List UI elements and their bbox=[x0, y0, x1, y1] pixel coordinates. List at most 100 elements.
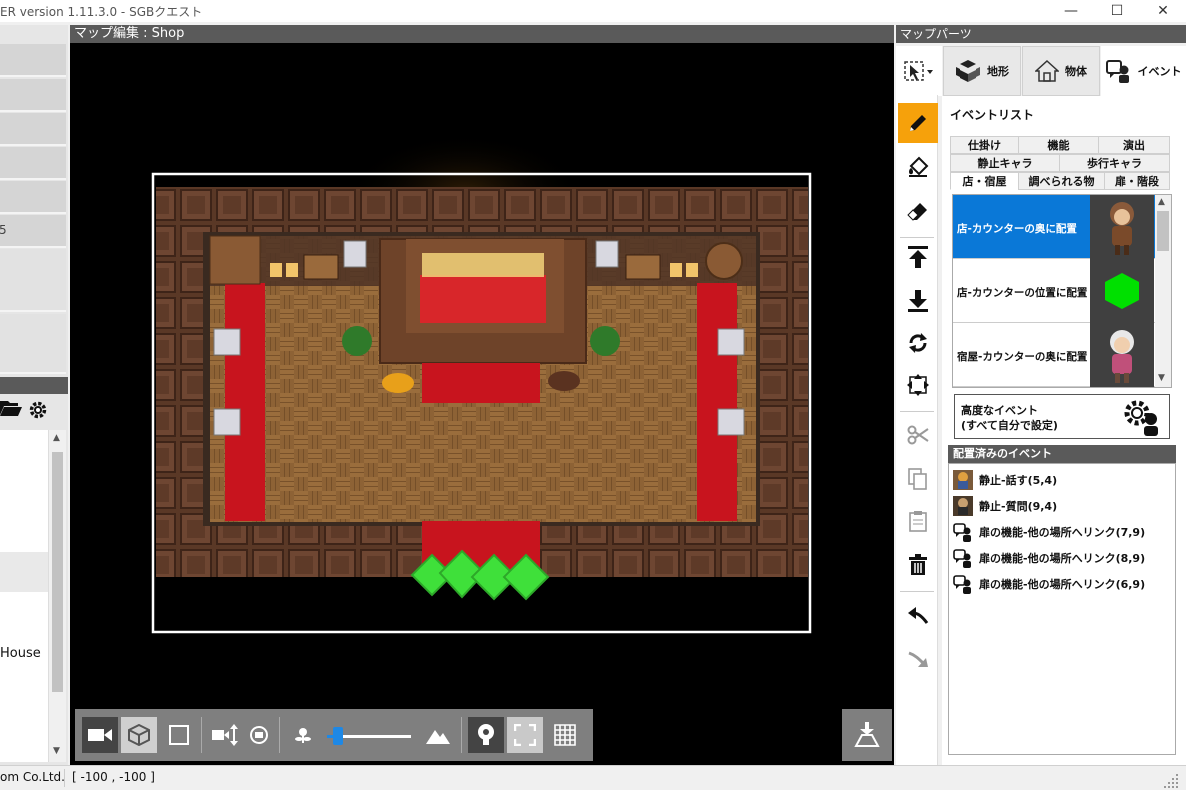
innkeeper-thumbnail bbox=[1090, 323, 1154, 387]
tool-divider bbox=[900, 411, 934, 412]
paste-tool[interactable] bbox=[898, 501, 938, 541]
rotate-tool[interactable] bbox=[898, 323, 938, 363]
tool-divider bbox=[900, 591, 934, 592]
scroll-down-icon[interactable]: ▼ bbox=[1158, 373, 1165, 383]
pencil-tool[interactable] bbox=[898, 103, 938, 143]
placed-event-row[interactable]: 扉の機能-他の場所へリンク(6,9) bbox=[953, 572, 1145, 596]
tab-terrain[interactable]: 地形 bbox=[943, 46, 1021, 96]
placed-events-list[interactable]: 静止-話す(5,4) 静止-質問(9,4) 扉の機能-他の場所へリンク(7,9)… bbox=[948, 463, 1176, 755]
advanced-event-button[interactable]: 高度なイベント (すべて自分で設定) bbox=[954, 394, 1170, 439]
scrollbar-thumb[interactable] bbox=[52, 452, 63, 692]
reset-camera-button[interactable] bbox=[842, 709, 892, 761]
2d-view-button[interactable] bbox=[161, 717, 197, 753]
category-tab-door-stairs[interactable]: 扉・階段 bbox=[1104, 172, 1170, 190]
scrollbar-thumb[interactable] bbox=[1157, 211, 1169, 251]
left-nav-button-5[interactable] bbox=[0, 181, 66, 214]
arrow-up-box-icon bbox=[908, 246, 928, 268]
category-tab-shop-inn[interactable]: 店・宿屋 bbox=[950, 172, 1019, 190]
left-nav-button-3[interactable] bbox=[0, 113, 66, 146]
advanced-event-label: 高度なイベント bbox=[961, 404, 1038, 417]
copy-tool[interactable] bbox=[898, 459, 938, 499]
event-list-scrollbar[interactable]: ▲ ▼ bbox=[1155, 195, 1171, 387]
category-tab-walking-char[interactable]: 歩行キャラ bbox=[1059, 154, 1170, 172]
resize-grip-icon[interactable] bbox=[1164, 772, 1180, 788]
placed-event-label: 静止-話す(5,4) bbox=[979, 474, 1058, 487]
selection-tool-dropdown[interactable] bbox=[896, 46, 942, 96]
zoom-slider-thumb[interactable] bbox=[332, 727, 343, 745]
3d-view-button[interactable] bbox=[121, 717, 157, 753]
status-divider bbox=[64, 769, 65, 787]
close-button[interactable]: ✕ bbox=[1140, 0, 1186, 22]
scroll-up-icon[interactable]: ▲ bbox=[53, 433, 60, 443]
list-item-selected[interactable] bbox=[0, 552, 48, 592]
left-nav-button-8[interactable] bbox=[0, 314, 66, 374]
undo-button[interactable] bbox=[898, 595, 938, 635]
hexagon-thumbnail bbox=[1090, 259, 1154, 323]
placed-event-row[interactable]: 扉の機能-他の場所へリンク(8,9) bbox=[953, 546, 1145, 570]
category-tab-effect[interactable]: 演出 bbox=[1098, 136, 1170, 154]
category-tab-static-char[interactable]: 静止キャラ bbox=[950, 154, 1060, 172]
category-tab-function[interactable]: 機能 bbox=[1018, 136, 1099, 154]
map-scene[interactable] bbox=[70, 43, 894, 765]
scroll-up-icon[interactable]: ▲ bbox=[1158, 197, 1165, 207]
placed-event-label: 扉の機能-他の場所へリンク(6,9) bbox=[979, 578, 1146, 591]
left-nav-button-1[interactable] bbox=[0, 44, 66, 77]
video-camera-icon bbox=[88, 729, 112, 741]
left-nav-button-2[interactable] bbox=[0, 79, 66, 112]
fit-view-toggle[interactable] bbox=[507, 717, 543, 753]
event-template-list[interactable]: 店-カウンターの奥に配置 店-カウンターの位置に配置 宿屋-カウンターの奥に配置… bbox=[952, 194, 1172, 388]
list-item-house[interactable]: House bbox=[0, 646, 41, 661]
placed-event-row[interactable]: 扉の機能-他の場所へリンク(7,9) bbox=[953, 520, 1145, 544]
delete-tool[interactable] bbox=[898, 545, 938, 585]
edit-tool-column bbox=[896, 95, 938, 765]
left-nav-button-7[interactable] bbox=[0, 249, 66, 312]
scissors-icon bbox=[907, 425, 929, 445]
toolbar-divider bbox=[461, 717, 462, 753]
zoom-out-button[interactable] bbox=[420, 717, 456, 753]
project-list[interactable] bbox=[0, 430, 50, 762]
event-view-toggle[interactable] bbox=[468, 717, 504, 753]
category-tab-gimmick[interactable]: 仕掛け bbox=[950, 136, 1019, 154]
character-thumbnail-icon bbox=[953, 496, 973, 516]
list-scrollbar[interactable]: ▲ ▼ bbox=[48, 430, 66, 762]
minimize-button[interactable]: — bbox=[1048, 0, 1094, 22]
tab-object[interactable]: 物体 bbox=[1022, 46, 1100, 96]
placed-event-row[interactable]: 静止-話す(5,4) bbox=[953, 468, 1057, 492]
placed-event-label: 静止-質問(9,4) bbox=[979, 500, 1058, 513]
event-item-shop-behind-counter[interactable]: 店-カウンターの奥に配置 bbox=[953, 195, 1155, 259]
resize-tool[interactable] bbox=[898, 365, 938, 405]
grid-toggle[interactable] bbox=[547, 717, 583, 753]
event-item-shop-at-counter[interactable]: 店-カウンターの位置に配置 bbox=[953, 259, 1155, 323]
toolbar-divider bbox=[279, 717, 280, 753]
green-hexagon-icon bbox=[1105, 273, 1139, 309]
event-person-icon bbox=[953, 522, 973, 542]
expand-arrows-icon bbox=[907, 374, 929, 396]
left-nav-button-6[interactable]: 5 bbox=[0, 215, 66, 248]
grid-icon bbox=[554, 724, 576, 746]
pencil-icon bbox=[910, 115, 926, 131]
lower-tool[interactable] bbox=[898, 281, 938, 321]
gear-icon[interactable] bbox=[28, 400, 48, 423]
raise-tool[interactable] bbox=[898, 237, 938, 277]
rotate-view-button[interactable] bbox=[241, 717, 277, 753]
category-tab-examinable[interactable]: 調べられる物 bbox=[1018, 172, 1105, 190]
event-item-inn-behind-counter[interactable]: 宿屋-カウンターの奥に配置 bbox=[953, 323, 1155, 387]
square-icon bbox=[169, 725, 189, 745]
folder-open-icon[interactable] bbox=[0, 398, 22, 421]
left-nav-button-4[interactable] bbox=[0, 147, 66, 180]
map-canvas[interactable] bbox=[70, 43, 894, 765]
house-icon bbox=[1035, 60, 1059, 82]
eraser-tool[interactable] bbox=[898, 191, 938, 231]
height-move-button[interactable] bbox=[207, 717, 243, 753]
tab-event[interactable]: イベント bbox=[1101, 46, 1186, 96]
advanced-event-sublabel: (すべて自分で設定) bbox=[961, 419, 1058, 432]
cut-tool[interactable] bbox=[898, 415, 938, 455]
placed-event-row[interactable]: 静止-質問(9,4) bbox=[953, 494, 1057, 518]
redo-button[interactable] bbox=[898, 639, 938, 679]
zoom-in-button[interactable] bbox=[285, 717, 321, 753]
scroll-down-icon[interactable]: ▼ bbox=[53, 746, 60, 756]
paint-tool[interactable] bbox=[898, 147, 938, 187]
maximize-button[interactable]: ☐ bbox=[1094, 0, 1140, 22]
camera-mode-button[interactable] bbox=[82, 717, 118, 753]
event-person-icon bbox=[953, 548, 973, 568]
